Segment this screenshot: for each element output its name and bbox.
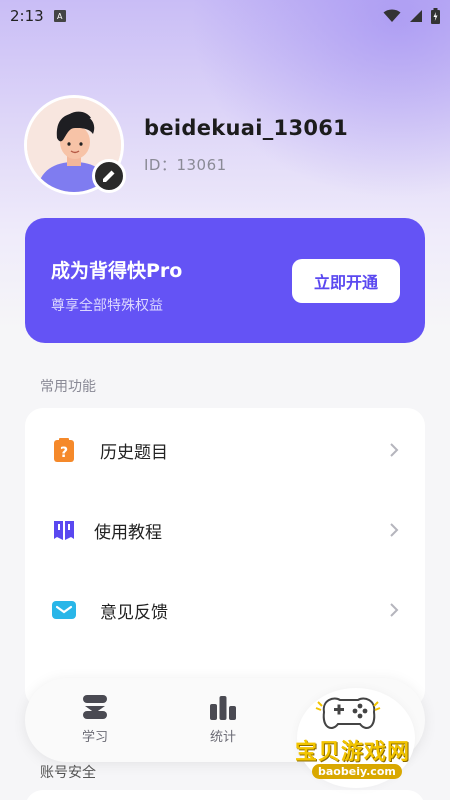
- username: beidekuai_13061: [144, 115, 349, 140]
- account-security-card: [25, 790, 425, 800]
- app-indicator-icon: A: [53, 10, 66, 22]
- feedback-mail-icon: [52, 601, 76, 619]
- pencil-icon: [103, 170, 115, 182]
- watermark: 宝贝游戏网 baobeiy.com: [290, 690, 430, 790]
- history-question-icon: ?: [54, 438, 74, 462]
- watermark-url: baobeiy.com: [312, 764, 402, 779]
- watermark-title: 宝贝游戏网: [295, 740, 411, 765]
- tab-stats[interactable]: 统计: [183, 694, 263, 745]
- section-label-common: 常用功能: [40, 379, 96, 395]
- edit-avatar-button[interactable]: [92, 159, 126, 193]
- status-bar: 2:13 A: [0, 0, 450, 32]
- avatar-container[interactable]: [24, 95, 126, 195]
- stats-bar-icon: [210, 696, 236, 720]
- profile-section: beidekuai_13061 ID：13061: [24, 95, 348, 195]
- profile-text: beidekuai_13061 ID：13061: [144, 116, 348, 175]
- menu-label-history: 历史题目: [100, 442, 168, 463]
- tab-study[interactable]: 学习: [55, 694, 135, 745]
- menu-item-history[interactable]: ? 历史题目: [25, 420, 425, 480]
- activate-pro-button[interactable]: 立即开通: [292, 259, 400, 303]
- gamepad-logo-icon: [315, 697, 381, 729]
- tab-label-study: 学习: [81, 730, 108, 745]
- menu-item-feedback[interactable]: 意见反馈: [25, 580, 425, 640]
- pro-membership-card[interactable]: 成为背得快Pro 尊享全部特殊权益 立即开通: [25, 218, 425, 343]
- status-time: 2:13: [10, 7, 44, 25]
- section-label-account: 账号安全: [40, 765, 96, 781]
- menu-label-tutorial: 使用教程: [94, 522, 162, 543]
- chevron-right-icon: [390, 523, 399, 537]
- tutorial-book-icon: [54, 521, 74, 540]
- battery-icon: [431, 8, 440, 24]
- study-icon: [83, 695, 107, 719]
- wifi-icon: [383, 9, 401, 22]
- tab-label-stats: 统计: [209, 730, 236, 745]
- chevron-right-icon: [390, 603, 399, 617]
- signal-icon: [410, 10, 422, 22]
- menu-label-feedback: 意见反馈: [100, 602, 168, 623]
- menu-item-tutorial[interactable]: 使用教程: [25, 500, 425, 560]
- user-id: ID：13061: [144, 155, 227, 174]
- common-functions-card: ? 历史题目 使用教程 意见反馈: [25, 408, 425, 708]
- svg-text:?: ?: [60, 445, 68, 461]
- chevron-right-icon: [390, 443, 399, 457]
